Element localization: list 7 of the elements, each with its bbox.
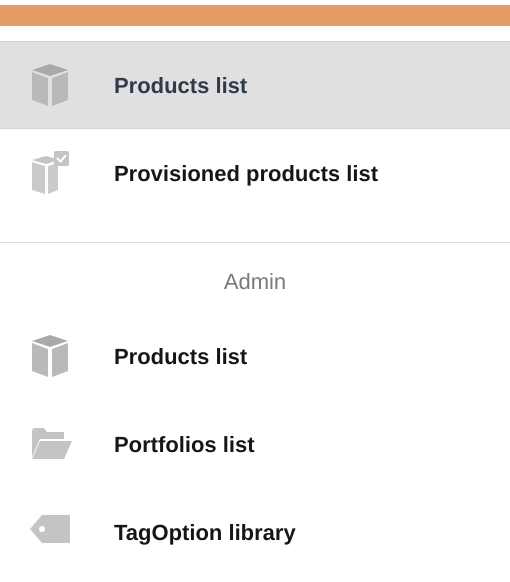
nav-item-label: Portfolios list xyxy=(114,430,255,458)
nav-item-label: Products list xyxy=(114,342,248,370)
nav-item-label: Provisioned products list xyxy=(114,160,378,188)
section-heading: Admin xyxy=(224,269,286,294)
nav-item-label: Products list xyxy=(114,72,248,100)
nav-item[interactable]: Products list xyxy=(0,41,510,129)
nav-item-label: TagOption library xyxy=(114,518,296,547)
